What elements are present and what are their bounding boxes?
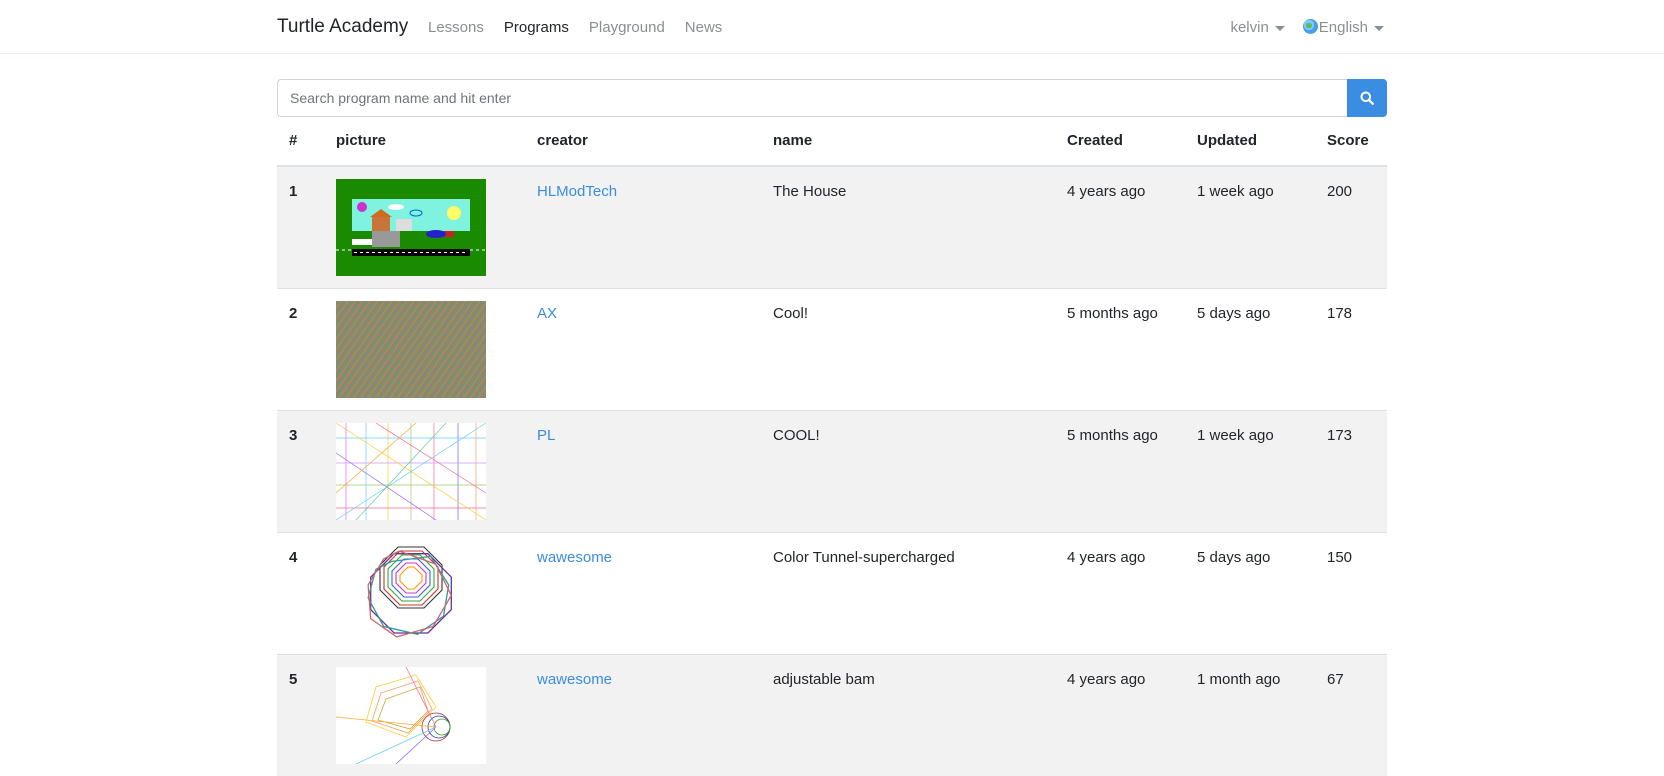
right-menu: kelvin English: [1230, 19, 1384, 36]
search-icon: [1360, 91, 1374, 105]
header-name: name: [761, 117, 1055, 167]
updated-date: 5 days ago: [1185, 287, 1315, 410]
brand-link[interactable]: Turtle Academy: [277, 16, 408, 38]
table-row: 2 AX Cool! 5 months ago 5 days ago 178: [277, 287, 1387, 410]
row-rank: 5: [277, 653, 324, 776]
language-dropdown[interactable]: English: [1302, 19, 1384, 36]
table-row: 1 HLModTech The House 4 years ago 1 week…: [277, 165, 1387, 288]
row-rank: 3: [277, 409, 324, 532]
score: 200: [1315, 165, 1387, 288]
updated-date: 1 week ago: [1185, 165, 1315, 288]
table-row: 5 wawesome adjustable bam 4 years ago 1 …: [277, 653, 1387, 776]
language-label: English: [1318, 19, 1368, 36]
row-rank: 1: [277, 165, 324, 288]
score: 67: [1315, 653, 1387, 776]
header-creator: creator: [525, 117, 761, 167]
header-rank: #: [277, 117, 324, 167]
search-button[interactable]: [1347, 79, 1387, 117]
table-row: 4 wawesome Color Tunnel-supercharged 4 y…: [277, 531, 1387, 654]
nav-programs[interactable]: Programs: [504, 19, 569, 36]
chevron-down-icon: [1374, 25, 1384, 31]
main-nav: Lessons Programs Playground News: [428, 19, 722, 36]
nav-lessons[interactable]: Lessons: [428, 19, 484, 36]
row-rank: 2: [277, 287, 324, 410]
program-thumbnail[interactable]: [336, 300, 486, 398]
program-name: adjustable bam: [761, 653, 1055, 776]
created-date: 5 months ago: [1055, 287, 1185, 410]
programs-container: # picture creator name Created Updated S…: [277, 79, 1387, 776]
search-bar: [277, 79, 1387, 117]
creator-link[interactable]: AX: [537, 305, 557, 322]
created-date: 4 years ago: [1055, 165, 1185, 288]
nav-news[interactable]: News: [685, 19, 723, 36]
program-thumbnail[interactable]: [336, 179, 486, 276]
creator-link[interactable]: wawesome: [537, 671, 612, 688]
table-header-row: # picture creator name Created Updated S…: [277, 117, 1387, 167]
updated-date: 1 week ago: [1185, 409, 1315, 532]
header-updated[interactable]: Updated: [1185, 117, 1315, 167]
header-picture: picture: [324, 117, 525, 167]
score: 150: [1315, 531, 1387, 654]
program-thumbnail[interactable]: [336, 422, 486, 520]
program-name: Color Tunnel-supercharged: [761, 531, 1055, 654]
user-name: kelvin: [1230, 19, 1269, 36]
top-navbar: Turtle Academy Lessons Programs Playgrou…: [0, 0, 1664, 54]
table-row: 3 PL COOL! 5 months ago 1 week ago 173: [277, 409, 1387, 532]
creator-link[interactable]: PL: [537, 427, 555, 444]
programs-table: # picture creator name Created Updated S…: [277, 117, 1387, 776]
header-score[interactable]: Score: [1315, 117, 1387, 167]
program-name: Cool!: [761, 287, 1055, 410]
user-dropdown[interactable]: kelvin: [1230, 19, 1285, 36]
updated-date: 1 month ago: [1185, 653, 1315, 776]
updated-date: 5 days ago: [1185, 531, 1315, 654]
program-name: COOL!: [761, 409, 1055, 532]
header-created[interactable]: Created: [1055, 117, 1185, 167]
globe-icon: [1302, 19, 1318, 34]
nav-playground[interactable]: Playground: [589, 19, 665, 36]
program-thumbnail[interactable]: [336, 666, 486, 764]
chevron-down-icon: [1274, 25, 1285, 31]
created-date: 5 months ago: [1055, 409, 1185, 532]
creator-link[interactable]: wawesome: [537, 549, 612, 566]
created-date: 4 years ago: [1055, 653, 1185, 776]
search-input[interactable]: [277, 79, 1347, 117]
program-name: The House: [761, 165, 1055, 288]
score: 173: [1315, 409, 1387, 532]
score: 178: [1315, 287, 1387, 410]
program-thumbnail[interactable]: [336, 544, 486, 642]
row-rank: 4: [277, 531, 324, 654]
creator-link[interactable]: HLModTech: [537, 183, 617, 200]
created-date: 4 years ago: [1055, 531, 1185, 654]
